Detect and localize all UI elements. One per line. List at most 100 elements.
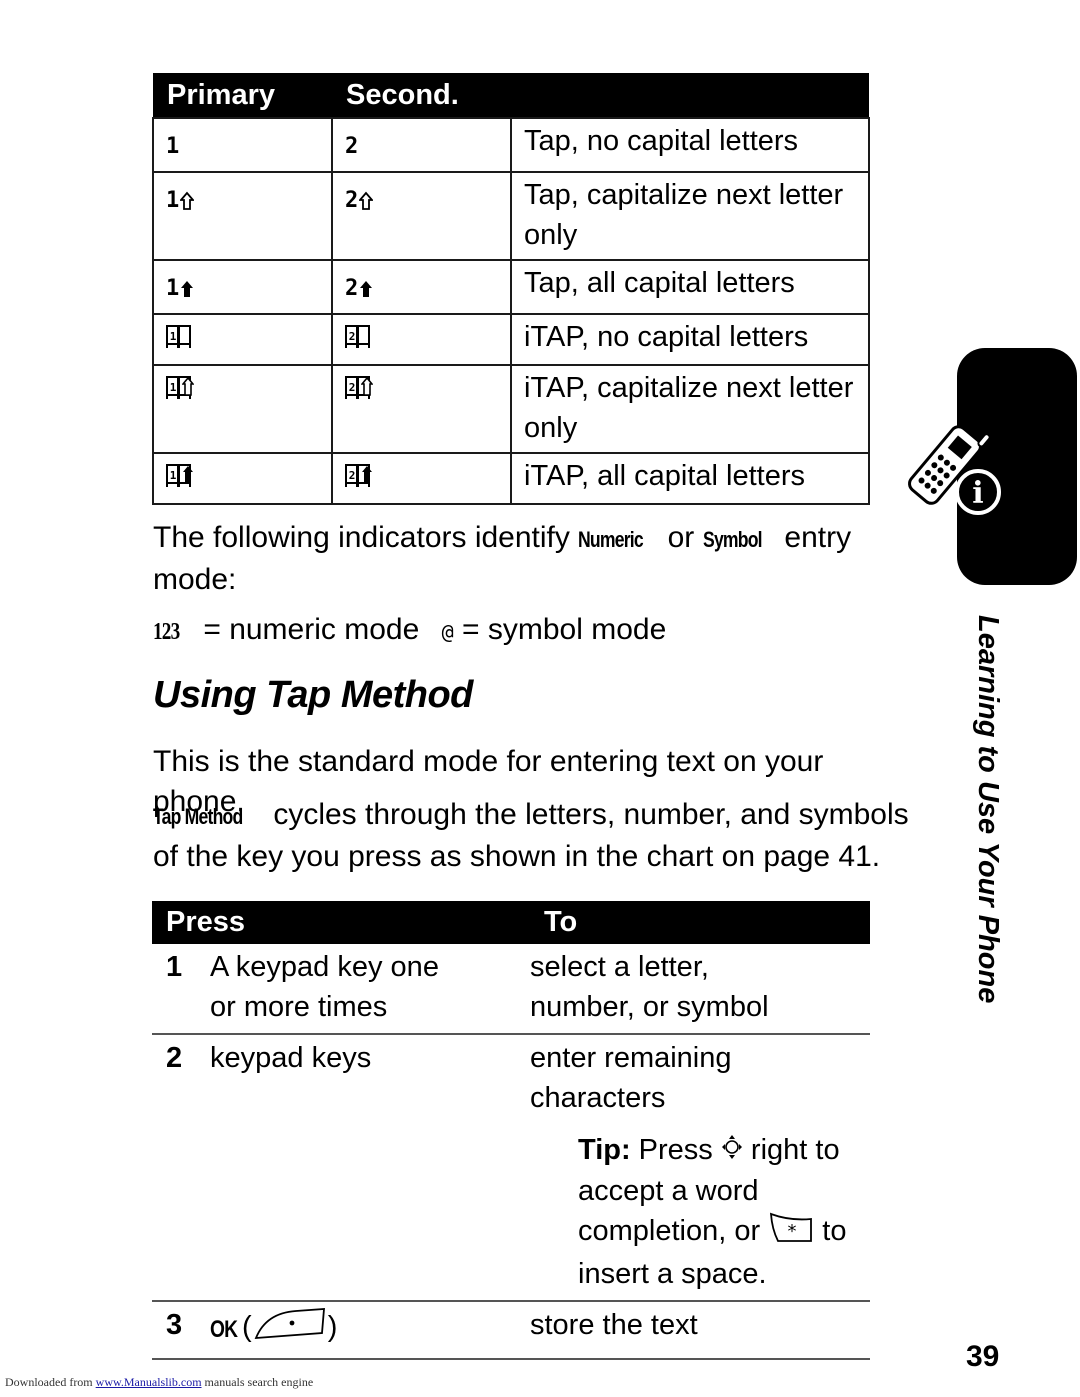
footer-prefix: Downloaded from: [5, 1375, 96, 1389]
primary-cell: 1: [152, 452, 333, 505]
mode-digit: 1: [166, 134, 179, 159]
manualslib-link[interactable]: www.Manualslib.com: [96, 1375, 202, 1389]
step-press: keypad keys: [210, 1034, 530, 1303]
step-to: enter remaining characters: [530, 1042, 732, 1114]
itap-mode-indicator-icon: 2: [345, 368, 373, 400]
caps-solid-arrow-icon: [180, 279, 194, 299]
entry-mode-table: Primary Second. 1 2 Tap, no capital letter…: [152, 73, 870, 505]
step-number: 3: [152, 1301, 210, 1361]
primary-cell: 1: [152, 117, 333, 173]
mode-row: 1 2 iTAP, capitalize next letter only: [152, 364, 870, 454]
numeric-mode-label: = numeric mode: [195, 613, 420, 646]
step-row: 3 OK () store the text: [152, 1301, 870, 1361]
itap-mode-indicator-icon: 1: [166, 317, 192, 349]
mode-digit: 1: [166, 188, 179, 213]
itap-mode-indicator-icon: 2: [345, 317, 371, 349]
itap-mode-indicator-icon: 2: [345, 456, 373, 488]
text: or: [659, 521, 703, 554]
svg-text:i: i: [972, 476, 983, 511]
mode-row: 1 2 iTAP, no capital letters: [152, 313, 870, 366]
mode-digit: 2: [345, 134, 358, 159]
symbol-term: Symbol: [702, 527, 763, 552]
section-description: Tap Method cycles through the letters, n…: [153, 795, 913, 877]
step-to: store the text: [530, 1301, 870, 1361]
chapter-label: Learning to Use Your Phone: [968, 615, 1008, 1025]
itap-mode-indicator-icon: 1: [166, 456, 194, 488]
step-to-cell: enter remaining characters Tip: Press ri…: [530, 1034, 870, 1303]
mode-row: 1 2 iTAP, all capital letters: [152, 452, 870, 505]
mode-digit: 1: [166, 276, 179, 301]
header-description: [511, 73, 869, 118]
svg-text:2: 2: [349, 381, 355, 394]
symbol-mode-label: = symbol mode: [453, 613, 667, 646]
mode-legend: 123 = numeric mode @ = symbol mode: [153, 610, 923, 652]
header-secondary: Second.: [332, 73, 511, 118]
tip-label: Tip:: [578, 1134, 631, 1166]
itap-mode-indicator-icon: 1: [166, 368, 194, 400]
secondary-cell: 2: [331, 452, 512, 505]
svg-text:2: 2: [349, 330, 355, 343]
tap-method-term: Tap Method: [153, 804, 243, 829]
tap-mode-indicator-icon: 2: [345, 263, 373, 309]
mode-description: Tap, all capital letters: [510, 259, 870, 315]
phone-info-icon: i: [900, 420, 1010, 525]
mode-description: iTAP, capitalize next letter only: [510, 364, 870, 454]
star-key-icon: *: [768, 1211, 814, 1254]
symbol-mode-icon: @: [441, 620, 454, 644]
star-key-glyph: *: [788, 1221, 797, 1242]
tip-note: Tip: Press right to accept a word comple…: [530, 1118, 870, 1294]
mode-row: 1 2 Tap, all capital letters: [152, 259, 870, 315]
footer: Downloaded from www.Manualslib.com manua…: [5, 1375, 313, 1390]
primary-cell: 1: [152, 313, 333, 366]
step-press-cell: OK (): [210, 1301, 530, 1361]
step-row: 1 A keypad key one or more times select …: [152, 944, 870, 1035]
secondary-cell: 2: [331, 364, 512, 454]
tap-mode-indicator-icon: 2: [345, 121, 358, 167]
numeric-term: Numeric: [578, 527, 644, 552]
indicators-paragraph: The following indicators identify Numeri…: [153, 518, 923, 600]
mode-description: Tap, no capital letters: [510, 117, 870, 173]
secondary-cell: 2: [331, 171, 512, 261]
chapter-title: Learning to Use Your Phone: [972, 615, 1004, 1004]
left-soft-key-icon: [252, 1305, 328, 1352]
step-number: 2: [152, 1034, 210, 1303]
step-to: select a letter, number, or symbol: [530, 944, 870, 1035]
page-number: 39: [966, 1340, 1000, 1373]
step-number: 1: [152, 944, 210, 1035]
secondary-cell: 2: [331, 313, 512, 366]
tap-mode-indicator-icon: 2: [345, 175, 374, 221]
tap-mode-indicator-icon: 1: [166, 175, 195, 221]
mode-digit: 2: [345, 276, 358, 301]
mode-description: iTAP, no capital letters: [510, 313, 870, 366]
secondary-cell: 2: [331, 117, 512, 173]
header-primary: Primary: [153, 73, 332, 118]
footer-suffix: manuals search engine: [201, 1375, 314, 1389]
step-row: 2 keypad keys enter remaining characters…: [152, 1034, 870, 1303]
tap-mode-indicator-icon: 1: [166, 263, 194, 309]
primary-cell: 1: [152, 364, 333, 454]
text: cycles through the letters, number, and …: [153, 798, 909, 873]
caps-solid-arrow-icon: [359, 279, 373, 299]
text: ): [327, 1311, 338, 1344]
nav-key-icon: [721, 1131, 743, 1171]
entry-mode-table-header: Primary Second.: [153, 73, 869, 118]
svg-text:2: 2: [349, 469, 355, 482]
mode-digit: 2: [345, 188, 358, 213]
numeric-mode-icon: 123: [153, 619, 180, 645]
mode-description: iTAP, all capital letters: [510, 452, 870, 505]
mode-row: 1 2 Tap, capitalize next letter only: [152, 171, 870, 261]
primary-cell: 1: [152, 171, 333, 261]
primary-cell: 1: [152, 259, 333, 315]
mode-row: 1 2 Tap, no capital letters: [152, 117, 870, 173]
press-table-header: Press To: [152, 901, 870, 944]
press-to-table: Press To 1 A keypad key one or more time…: [152, 901, 870, 1361]
text: Press: [630, 1134, 721, 1166]
mode-description: Tap, capitalize next letter only: [510, 171, 870, 261]
section-heading: Using Tap Method: [153, 674, 473, 716]
shift-outline-arrow-icon: [180, 191, 195, 211]
step-press: A keypad key one or more times: [210, 944, 530, 1035]
text: The following indicators identify: [153, 521, 579, 554]
header-press: Press: [152, 901, 530, 944]
header-to: To: [530, 901, 870, 944]
secondary-cell: 2: [331, 259, 512, 315]
